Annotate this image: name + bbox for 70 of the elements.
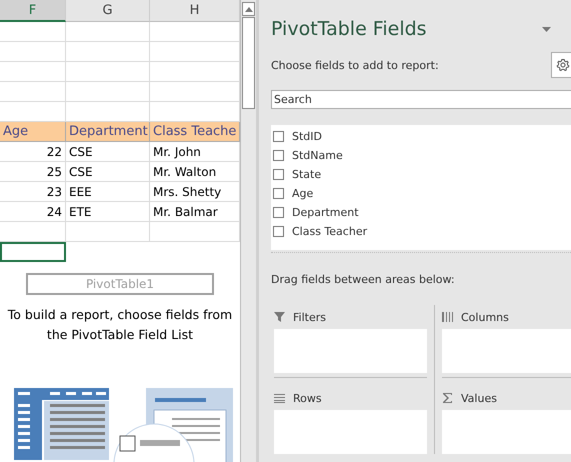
column-header[interactable]: H [150, 0, 240, 22]
checkbox[interactable] [273, 169, 284, 180]
settings-icon [556, 58, 570, 72]
empty-cell[interactable] [66, 22, 150, 42]
empty-cell[interactable] [66, 42, 150, 62]
table-cell: 25 [0, 162, 66, 182]
field-name[interactable]: StdName [292, 149, 343, 162]
area-label: Values [461, 392, 497, 404]
pivot-table-name: PivotTable1 [26, 273, 214, 295]
table-cell: CSE [66, 162, 150, 182]
empty-cell[interactable] [0, 22, 66, 42]
area-label: Columns [461, 310, 509, 324]
table-cell: Mr. Balmar [150, 202, 240, 222]
field-name[interactable]: State [292, 168, 322, 181]
checkbox[interactable] [273, 131, 284, 142]
empty-cell[interactable] [150, 62, 240, 82]
field-name[interactable]: Department [292, 206, 359, 219]
table-cell: 24 [0, 202, 66, 222]
empty-cell[interactable] [150, 222, 240, 242]
checkbox[interactable] [273, 226, 284, 237]
empty-cell[interactable] [66, 82, 150, 102]
table-cell: Mr. John [150, 142, 240, 162]
arrow-icon [244, 6, 252, 12]
table-cell: Mrs. Shetty [150, 182, 240, 202]
table-cell: Mr. Walton [150, 162, 240, 182]
caret-icon[interactable] [542, 26, 551, 32]
empty-cell[interactable] [0, 82, 66, 102]
checkbox[interactable] [273, 207, 284, 218]
filter-icon [274, 311, 285, 323]
empty-cell[interactable] [66, 62, 150, 82]
drop-area[interactable] [442, 410, 571, 454]
table-cell: CSE [66, 142, 150, 162]
table-cell: 22 [0, 142, 66, 162]
empty-cell[interactable] [0, 222, 66, 242]
column-header[interactable]: F [0, 0, 66, 22]
scroll-thumb[interactable] [242, 17, 255, 109]
field-name[interactable]: StdID [292, 130, 322, 143]
field-name[interactable]: Age [292, 187, 314, 200]
checkbox[interactable] [273, 150, 284, 161]
empty-cell[interactable] [66, 222, 150, 242]
empty-cell[interactable] [0, 42, 66, 62]
empty-cell[interactable] [150, 82, 240, 102]
drop-area[interactable] [274, 410, 427, 454]
columns-icon [442, 311, 453, 323]
pivot-instruction: To build a report, choose fields from the PivotTable Field List [6, 306, 234, 344]
field-name[interactable]: Class Teacher [292, 225, 368, 238]
table-cell: ETE [66, 202, 150, 222]
empty-cell[interactable] [150, 42, 240, 62]
empty-cell[interactable] [150, 22, 240, 42]
pane-title: PivotTable Fields [271, 18, 427, 40]
pane-subtitle: Choose fields to add to report: [271, 58, 439, 72]
empty-cell[interactable] [0, 62, 66, 82]
header-cell: Age [0, 122, 66, 142]
settings-button[interactable] [551, 52, 571, 78]
table-cell: 23 [0, 182, 66, 202]
table-cell: EEE [66, 182, 150, 202]
column-header[interactable]: G [66, 0, 150, 22]
rows-icon [274, 392, 285, 404]
checkbox[interactable] [273, 188, 284, 199]
selected-cell[interactable] [0, 242, 66, 262]
scroll-up-button[interactable] [242, 2, 255, 16]
drop-area[interactable] [274, 329, 427, 373]
search-field[interactable]: Search [271, 90, 571, 109]
sigma-icon [442, 392, 453, 404]
header-cell: Class Teache [150, 122, 240, 142]
header-cell: Department [66, 122, 150, 142]
area-label: Rows [293, 392, 322, 404]
area-label: Filters [293, 310, 326, 324]
drop-area[interactable] [442, 329, 571, 373]
areas-hint: Drag fields between areas below: [271, 273, 456, 288]
